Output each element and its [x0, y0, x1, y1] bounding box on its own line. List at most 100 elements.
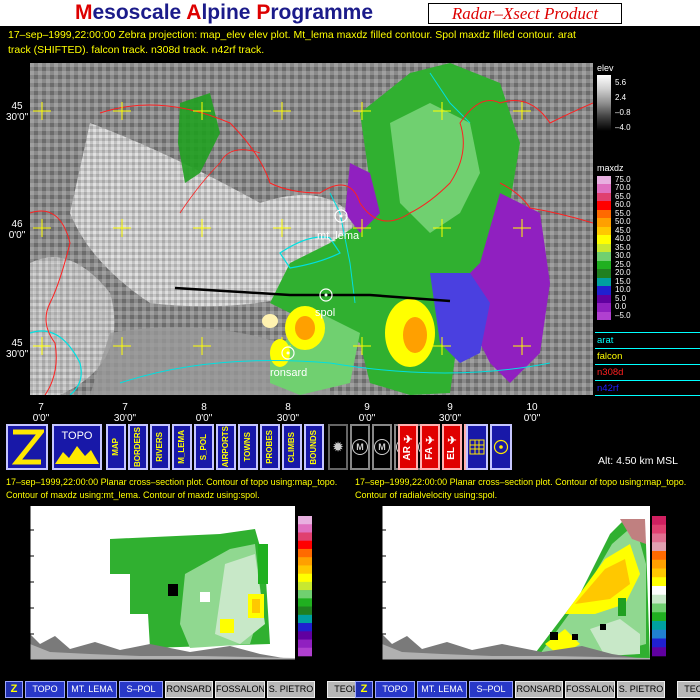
lon-label-6: 10 0'0" [523, 402, 541, 424]
toolbar-button-s-pol[interactable]: S_POL [194, 424, 214, 470]
left-z-button[interactable]: Z [5, 681, 23, 698]
airplane-icon: ✈ [403, 433, 413, 446]
left-colorbar-swatch [298, 548, 312, 558]
right-colorbar-swatch [652, 621, 666, 631]
plot-description-line2: track (SHIFTED). falcon track. n308d tra… [8, 44, 265, 56]
map-canvas [30, 63, 593, 395]
lat-label-top: 45 30'0" [6, 101, 29, 123]
lat-label-mid: 46 0'0" [8, 219, 26, 241]
radar-label-spol: spol [315, 307, 336, 319]
right-cross-section: 12 10 8 6 4 2 0 km above MSL radialveloc… [350, 504, 700, 680]
aircraft-button-fa[interactable]: ✈ FA [420, 424, 440, 470]
left-colorbar-swatch [298, 516, 312, 525]
toolbar-button-map[interactable]: MAP [106, 424, 126, 470]
left-s-pietro-button[interactable]: S. PIETRO [267, 681, 315, 698]
right-colorbar-tick: 12.0 [668, 548, 681, 555]
toolbar-button-towns[interactable]: TOWNS [238, 424, 258, 470]
track-label-n308d: n308d [595, 364, 700, 380]
left-colorbar-tick: 10.0 [314, 620, 327, 628]
right-s-pietro-button[interactable]: S. PIETRO [617, 681, 665, 698]
left-topo-button[interactable]: TOPO [25, 681, 65, 698]
left-ylabel: km above MSL [3, 570, 15, 644]
left-colorbar-tick: 75.0 [314, 513, 327, 520]
right-xtick-1: (8.2/45.7) [442, 661, 479, 671]
right-colorbar-tick: –9.0 [668, 609, 681, 617]
right-fossalon-button[interactable]: FOSSALON [565, 681, 615, 698]
left-colorbar-tick: 5.0 [314, 628, 324, 636]
left-colorbar-tick: 25.0 [314, 595, 327, 603]
left-ytick-12: 12 [18, 508, 30, 519]
left-colorbar-swatch [298, 639, 312, 649]
right-s-pol-button[interactable]: S–POL [469, 681, 513, 698]
left-colorbar-swatch [298, 565, 312, 574]
maxdz-legend-title: maxdz [597, 163, 624, 173]
aircraft-button-el[interactable]: ✈ EL [442, 424, 462, 470]
right-ytick-12: 12 [370, 508, 382, 519]
left-colorbar-swatch [298, 590, 312, 599]
radar-map[interactable]: mt_lema spol ronsard [30, 63, 593, 395]
elev-colorbar [597, 75, 611, 131]
left-colorbar-tick: 15.0 [314, 611, 327, 619]
radar-ring-button[interactable]: ✹ [328, 424, 348, 470]
right-colorbar-tick: –18.0 [668, 635, 685, 643]
toolbar-button-borders[interactable]: BORDERS [128, 424, 148, 470]
radar-label-mt-lema: mt_lema [317, 230, 360, 242]
maxdz-tick: –5.0 [615, 310, 631, 320]
right-colorbar-swatch [652, 612, 666, 622]
toolbar-button-bounds[interactable]: BOUNDS [304, 424, 324, 470]
right-ylabel: km above MSL [354, 570, 366, 644]
right-mt-lema-button[interactable]: MT. LEMA [417, 681, 467, 698]
toolbar-button-m-lema[interactable]: M_LEMA [172, 424, 192, 470]
right-panel-desc1: 17–sep–1999,22:00:00 Planar cross–sectio… [355, 477, 687, 487]
right-z-button[interactable]: Z [355, 681, 373, 698]
right-ronsard-button[interactable]: RONSARD [515, 681, 563, 698]
right-colorbar-swatch [652, 559, 666, 569]
grid-toggle-button[interactable] [466, 424, 488, 470]
track-label-arat: arat [595, 332, 700, 348]
left-colorbar-swatch [298, 532, 312, 542]
right-colorbar-swatch [652, 594, 666, 604]
track-label-n42rf: n42rf [595, 380, 700, 396]
right-teolo-button[interactable]: TEOLO [677, 681, 700, 698]
left-colorbar-tick: 50.0 [314, 554, 327, 562]
right-colorbar-tick: 21.0 [668, 521, 681, 529]
maxdz-swatch [597, 311, 611, 321]
radar-toggle-button-1[interactable]: M [372, 424, 392, 470]
toolbar-button-probes[interactable]: PROBES [260, 424, 280, 470]
left-colorbar-tick: 45.0 [314, 562, 327, 570]
left-fossalon-button[interactable]: FOSSALON [215, 681, 265, 698]
left-xtick-3: (9.1/45.7) [230, 661, 267, 671]
radar-toggle-button-0[interactable]: M [350, 424, 370, 470]
topo-button[interactable]: TOPO [52, 424, 102, 470]
left-mt-lema-button[interactable]: MT. LEMA [67, 681, 117, 698]
right-colorbar-tick: –21.0 [668, 644, 685, 652]
toolbar-button-rivers[interactable]: RIVERS [150, 424, 170, 470]
toolbar-button-climbs[interactable]: CLIMBS [282, 424, 302, 470]
left-colorbar-tick: 40.0 [314, 570, 327, 578]
right-colorbar-swatch [652, 577, 666, 587]
left-colorbar-tick: 60.0 [314, 537, 327, 545]
left-colorbar-tick: 35.0 [314, 578, 327, 586]
toolbar: TOPO MAP BORDERS RIVERS M_LEMA S_POL AIRPORTS… [6, 424, 516, 472]
left-xtick-1: (8.2/45.7) [90, 661, 127, 671]
toolbar-button-airports[interactable]: AIRPORTS [216, 424, 236, 470]
left-colorbar-swatch [298, 606, 312, 616]
track-legend: arat falcon n308d n42rf [595, 332, 700, 398]
left-colorbar-tick: 30.0 [314, 587, 327, 595]
right-colorbar-tick: 6.0 [668, 565, 678, 573]
lon-label-1: 7 30'0" [113, 402, 137, 424]
right-ytick-2: 2 [376, 632, 382, 643]
center-button[interactable] [490, 424, 512, 470]
zebra-button[interactable] [6, 424, 48, 470]
left-xtick-0: (7.8/45.8) [6, 661, 43, 671]
left-ronsard-button[interactable]: RONSARD [165, 681, 213, 698]
left-ytick-10: 10 [18, 528, 30, 539]
left-s-pol-button[interactable]: S–POL [119, 681, 163, 698]
aircraft-button-ar[interactable]: ✈ AR [398, 424, 418, 470]
right-panel-desc2: Contour of radialvelocity using:spol. [355, 490, 498, 500]
right-topo-button[interactable]: TOPO [375, 681, 415, 698]
left-colorbar-tick: 55.0 [314, 545, 327, 553]
right-colorbar-tick: –6.0 [668, 600, 681, 608]
right-colorbar-tick: 9.0 [668, 556, 678, 564]
right-colorbar-swatch [652, 516, 666, 526]
